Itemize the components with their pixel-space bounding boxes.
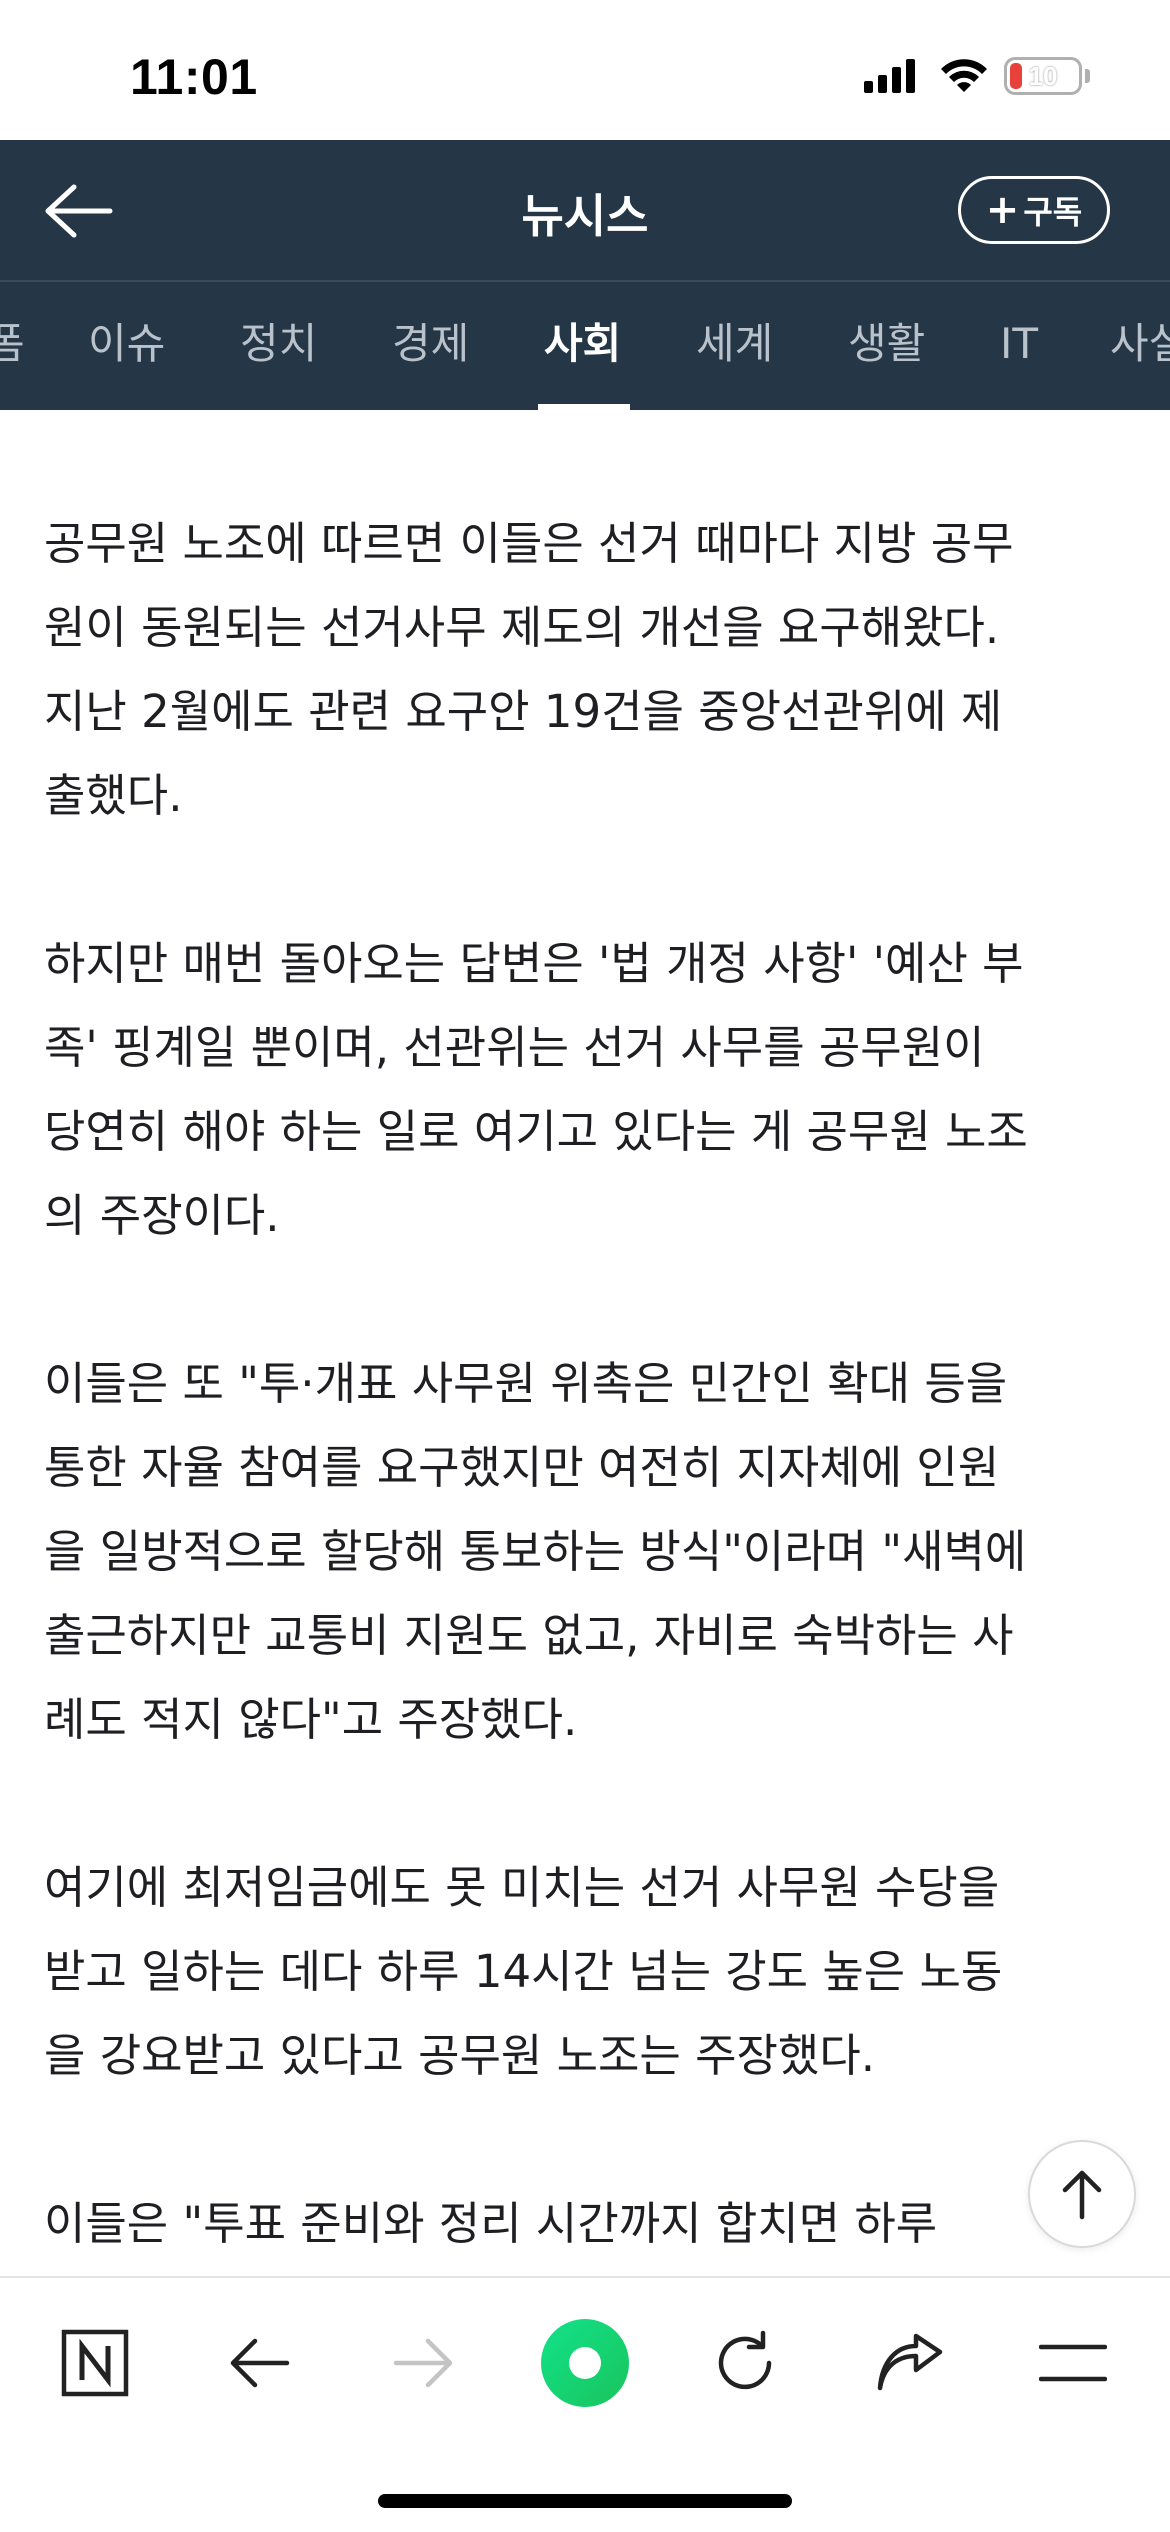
status-time: 11:01 xyxy=(130,49,258,105)
active-tab-indicator xyxy=(538,404,630,410)
article-paragraph: 공무원 노조에 따르면 이들은 선거 때마다 지방 공무 원이 동원되는 선거사… xyxy=(44,517,1014,822)
naver-home-icon xyxy=(61,2329,129,2397)
menu-icon xyxy=(1039,2344,1107,2382)
tab-partial-left[interactable]: 폼 xyxy=(0,282,25,410)
forward-icon xyxy=(393,2338,453,2388)
tab-politics[interactable]: 정치 xyxy=(240,282,317,410)
arrow-up-icon xyxy=(1062,2170,1102,2220)
naver-home-button[interactable] xyxy=(40,2308,150,2418)
article-paragraph: 하지만 매번 돌아오는 답변은 '법 개정 사항' '예산 부 족' 핑계일 뿐… xyxy=(44,937,1028,1242)
article-paragraph: 이들은 "투표 준비와 정리 시간까지 합치면 하루 xyxy=(44,2197,938,2250)
tab-society[interactable]: 사회 xyxy=(544,282,621,410)
article-paragraph: 이들은 또 "투·개표 사무원 위촉은 민간인 확대 등을 통한 자율 참여를 … xyxy=(44,1357,1027,1746)
status-bar: 11:01 10 xyxy=(0,0,1170,140)
plus-icon: + xyxy=(985,187,1020,233)
app-header: 뉴시스 + 구독 xyxy=(0,140,1170,280)
tab-it[interactable]: IT xyxy=(1000,282,1038,410)
home-indicator xyxy=(378,2494,792,2508)
tab-issue[interactable]: 이슈 xyxy=(88,282,165,410)
tab-editorial[interactable]: 사설 xyxy=(1110,282,1170,410)
article-body: 공무원 노조에 따르면 이들은 선거 때마다 지방 공무 원이 동원되는 선거사… xyxy=(44,502,1134,2350)
back-nav-button[interactable] xyxy=(205,2308,315,2418)
subscribe-label: 구독 xyxy=(1023,193,1083,231)
browser-toolbar xyxy=(0,2276,1170,2532)
forward-nav-button[interactable] xyxy=(368,2308,478,2418)
battery-charging-icon: 10 xyxy=(1004,57,1082,95)
tab-world[interactable]: 세계 xyxy=(696,282,773,410)
menu-button[interactable] xyxy=(1018,2308,1128,2418)
share-icon xyxy=(877,2333,943,2391)
article-paragraph: 여기에 최저임금에도 못 미치는 선거 사무원 수당을 받고 일하는 데다 하루… xyxy=(44,1861,1003,2082)
scroll-to-top-button[interactable] xyxy=(1028,2140,1136,2248)
tab-economy[interactable]: 경제 xyxy=(392,282,469,410)
green-dot-button[interactable] xyxy=(530,2308,640,2418)
category-tab-bar: 폼 이슈 정치 경제 사회 세계 생활 IT 사설 xyxy=(0,280,1170,410)
green-dot-icon xyxy=(541,2319,629,2407)
wifi-icon xyxy=(941,59,987,92)
tab-life[interactable]: 생활 xyxy=(848,282,925,410)
cellular-signal-icon xyxy=(864,59,920,93)
news-article-screen: 11:01 10 뉴시스 + 구독 이슈 정치 경제 사회 세계 생활 IT 사… xyxy=(0,0,1170,2532)
subscribe-button[interactable]: + 구독 xyxy=(958,176,1110,244)
share-button[interactable] xyxy=(855,2308,965,2418)
status-icons: 10 xyxy=(864,56,1090,96)
refresh-button[interactable] xyxy=(690,2308,800,2418)
back-icon xyxy=(230,2338,290,2388)
battery-level: 10 xyxy=(1028,60,1058,91)
refresh-icon xyxy=(718,2330,772,2390)
